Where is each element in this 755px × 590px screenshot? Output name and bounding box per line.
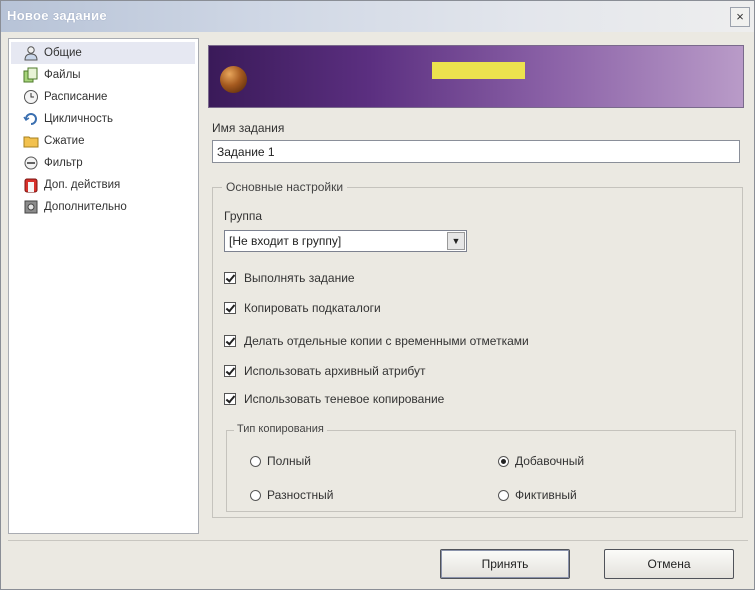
checkbox-timestamped-copies[interactable]: Делать отдельные копии с временными отме… <box>224 333 529 349</box>
task-name-label: Имя задания <box>212 121 285 135</box>
title-bar[interactable]: Новое задание × <box>1 1 754 32</box>
main-settings-title: Основные настройки <box>222 180 348 194</box>
radio-full[interactable]: Полный <box>250 453 311 469</box>
radio-circle[interactable] <box>498 455 509 467</box>
sidebar-item-general[interactable]: Общие <box>11 42 195 64</box>
checkbox-label: Делать отдельные копии с временными отме… <box>244 334 529 348</box>
checkbox-archive-attribute[interactable]: Использовать архивный атрибут <box>224 363 426 379</box>
sidebar-item-actions[interactable]: Доп. действия <box>11 174 195 196</box>
sidebar-item-label: Сжатие <box>44 135 85 147</box>
sidebar-nav: Общие Файлы Расписание Цикличность Сжати… <box>8 38 199 534</box>
group-select-value: [Не входит в группу] <box>229 234 342 248</box>
checkbox-label: Использовать теневое копирование <box>244 392 445 406</box>
sidebar-item-label: Дополнительно <box>44 201 127 213</box>
sidebar-item-compression[interactable]: Сжатие <box>11 130 195 152</box>
sidebar-item-advanced[interactable]: Дополнительно <box>11 196 195 218</box>
checkbox-box[interactable] <box>224 335 236 347</box>
radio-label: Разностный <box>267 488 334 502</box>
checkbox-copy-subfolders[interactable]: Копировать подкаталоги <box>224 300 381 316</box>
sidebar-item-schedule[interactable]: Расписание <box>11 86 195 108</box>
footer-separator <box>8 540 748 541</box>
person-icon <box>24 46 38 61</box>
close-icon: × <box>736 9 744 24</box>
window-title: Новое задание <box>7 8 107 23</box>
sidebar-item-label: Фильтр <box>44 157 83 169</box>
schedule-icon <box>24 90 38 104</box>
sidebar-item-label: Общие <box>44 47 82 59</box>
planet-logo-icon <box>220 66 247 93</box>
filter-icon <box>24 156 38 170</box>
close-button[interactable]: × <box>730 7 750 27</box>
copy-type-title: Тип копирования <box>234 423 327 435</box>
sidebar-item-label: Файлы <box>44 69 81 81</box>
checkbox-label: Выполнять задание <box>244 271 355 285</box>
chevron-down-icon[interactable]: ▼ <box>447 232 465 250</box>
sidebar-item-filter[interactable]: Фильтр <box>11 152 195 174</box>
accept-button[interactable]: Принять <box>440 549 570 579</box>
folder-icon <box>23 136 39 148</box>
radio-label: Фиктивный <box>515 488 577 502</box>
radio-fictitious[interactable]: Фиктивный <box>498 487 577 503</box>
checkbox-box[interactable] <box>224 302 236 314</box>
group-label: Группа <box>224 209 263 223</box>
group-select[interactable]: [Не входит в группу] ▼ <box>224 230 467 252</box>
sidebar-item-label: Цикличность <box>44 113 113 125</box>
checkbox-box[interactable] <box>224 393 236 405</box>
radio-circle[interactable] <box>250 455 261 467</box>
checkbox-box[interactable] <box>224 272 236 284</box>
checkbox-label: Использовать архивный атрибут <box>244 364 426 378</box>
sidebar-item-cycle[interactable]: Цикличность <box>11 108 195 130</box>
task-name-input[interactable] <box>212 140 740 163</box>
sidebar-item-label: Расписание <box>44 91 108 103</box>
checkbox-label: Копировать подкаталоги <box>244 301 381 315</box>
radio-label: Полный <box>267 454 311 468</box>
radio-incremental[interactable]: Добавочный <box>498 453 584 469</box>
cancel-button[interactable]: Отмена <box>604 549 734 579</box>
banner-label: Copyright <box>432 62 525 79</box>
checkbox-shadow-copy[interactable]: Использовать теневое копирование <box>224 391 444 407</box>
radio-differential[interactable]: Разностный <box>250 487 333 503</box>
radio-label: Добавочный <box>515 454 585 468</box>
radio-circle[interactable] <box>498 489 509 501</box>
sidebar-item-files[interactable]: Файлы <box>11 64 195 86</box>
checkbox-box[interactable] <box>224 365 236 377</box>
checkbox-run-task[interactable]: Выполнять задание <box>224 270 355 286</box>
sidebar-item-label: Доп. действия <box>44 179 121 191</box>
radio-circle[interactable] <box>250 489 261 501</box>
advanced-icon <box>24 200 38 214</box>
cycle-icon <box>23 113 37 125</box>
actions-icon <box>24 178 38 193</box>
files-icon <box>23 67 38 83</box>
